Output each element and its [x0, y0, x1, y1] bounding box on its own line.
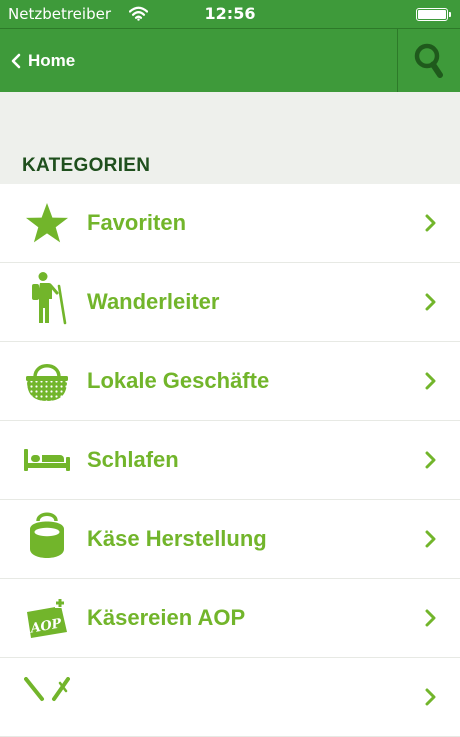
bed-icon	[24, 440, 70, 480]
status-bar: Netzbetreiber 12:56	[0, 0, 460, 28]
star-icon	[24, 203, 70, 243]
search-icon	[414, 43, 443, 78]
chevron-right-icon	[425, 530, 436, 548]
category-label: Käsereien AOP	[87, 605, 246, 630]
category-row-kaese-herstellung[interactable]: Käse Herstellung	[0, 500, 460, 579]
cheese-pot-icon	[24, 512, 70, 559]
category-row-schlafen[interactable]: Schlafen	[0, 421, 460, 500]
battery-icon	[416, 8, 451, 21]
category-row-lokale-geschaefte[interactable]: Lokale Geschäfte	[0, 342, 460, 421]
chevron-right-icon	[425, 609, 436, 627]
chevron-right-icon	[425, 214, 436, 232]
category-list: Favoriten Wanderleiter Lokale Geschäfte …	[0, 184, 460, 737]
chevron-right-icon	[425, 451, 436, 469]
chevron-right-icon	[425, 688, 436, 706]
category-row-favoriten[interactable]: Favoriten	[0, 184, 460, 263]
back-button[interactable]: Home	[10, 29, 75, 93]
category-row-wanderleiter[interactable]: Wanderleiter	[0, 263, 460, 342]
chevron-left-icon	[11, 53, 21, 69]
category-label: Schlafen	[87, 447, 179, 472]
hiker-icon	[24, 272, 70, 325]
status-time: 12:56	[204, 4, 256, 23]
category-row-kaesereien-aop[interactable]: AOP Käsereien AOP	[0, 579, 460, 658]
cutlery-icon	[24, 677, 70, 717]
back-button-label: Home	[28, 51, 76, 70]
search-button[interactable]	[397, 29, 460, 92]
chevron-right-icon	[425, 372, 436, 390]
category-label: Wanderleiter	[87, 289, 220, 314]
category-label: Lokale Geschäfte	[87, 368, 270, 393]
category-label: Käse Herstellung	[87, 526, 267, 551]
aop-label-icon: AOP	[24, 598, 70, 638]
category-row-partial[interactable]	[0, 658, 460, 737]
section-title: KATEGORIEN	[22, 155, 151, 176]
navigation-bar: Home	[0, 28, 460, 92]
chevron-right-icon	[425, 293, 436, 311]
basket-icon	[24, 361, 70, 401]
category-label: Favoriten	[87, 210, 187, 235]
